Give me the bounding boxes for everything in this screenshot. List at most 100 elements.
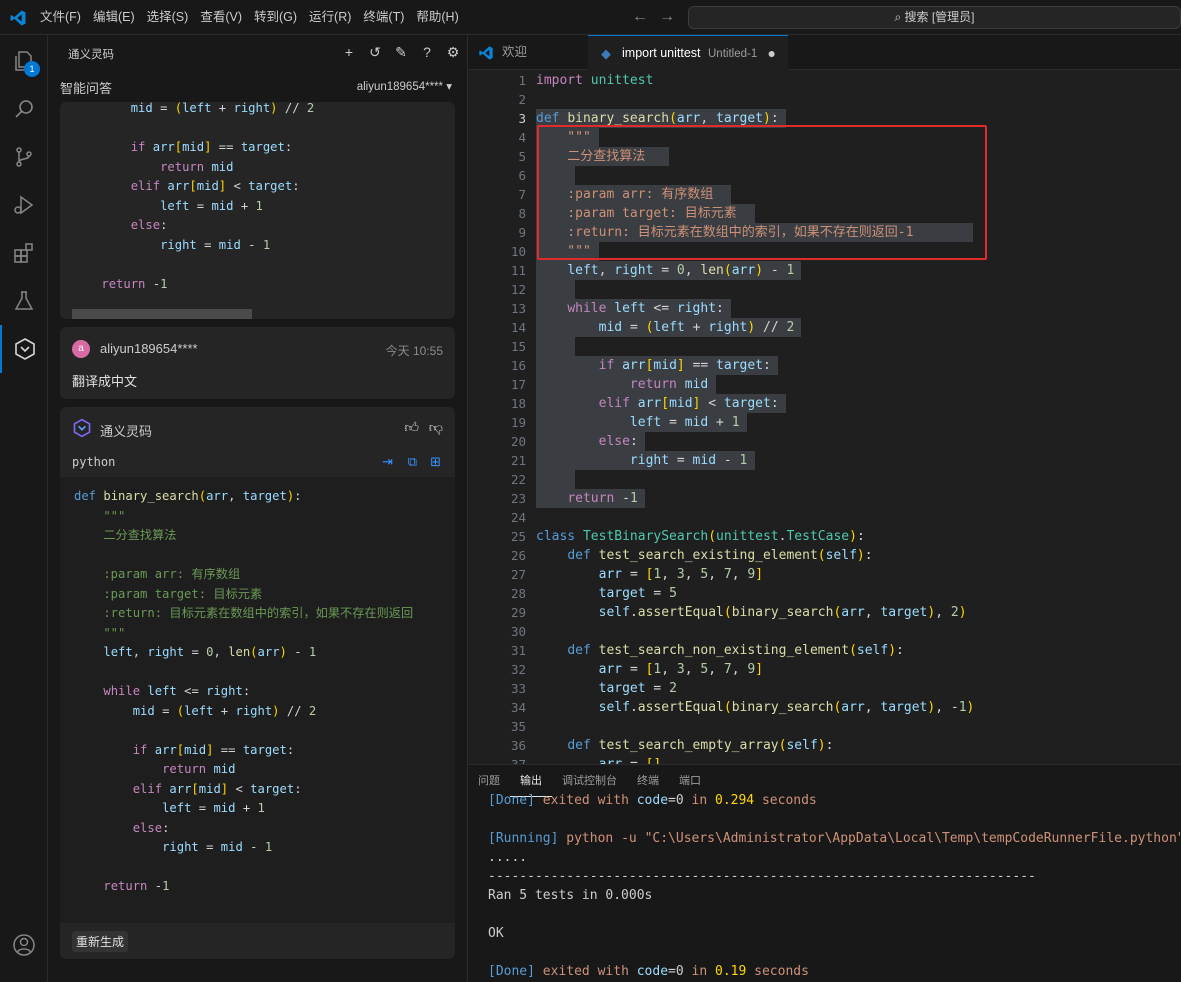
tongyi-logo-icon — [73, 418, 91, 438]
explorer-badge: 1 — [24, 61, 40, 77]
line-number: 28 — [510, 586, 526, 601]
tab-label: 欢迎 — [502, 45, 528, 59]
feedback-icon[interactable]: ✎ — [392, 43, 410, 61]
editor-tab-bar: 欢迎 ◆ import unittest Untitled-1 ● — [468, 35, 1181, 70]
source-control-icon[interactable] — [0, 133, 48, 181]
code-line: while left <= right: — [567, 301, 724, 316]
code-line: self.assertEqual(binary_search(arr, targ… — [598, 700, 975, 715]
code-line: self.assertEqual(binary_search(arr, targ… — [598, 605, 967, 620]
user-avatar: a — [72, 340, 90, 358]
output-line: [Done] exited with code=0 in 0.19 second… — [488, 964, 809, 979]
menu-item[interactable]: 查看(V) — [194, 0, 248, 35]
selection-highlight — [536, 280, 576, 299]
account-icon[interactable] — [0, 921, 48, 969]
menu-item[interactable]: 转到(G) — [248, 0, 303, 35]
line-number: 21 — [510, 453, 526, 468]
selection-highlight — [536, 470, 576, 489]
line-number: 25 — [510, 529, 526, 544]
menu-item[interactable]: 终端(T) — [357, 0, 410, 35]
code-line: arr = [1, 3, 5, 7, 9] — [598, 662, 764, 677]
menu-item[interactable]: 编辑(E) — [87, 0, 141, 35]
code-line: mid = (left + right) // 2 — [132, 703, 317, 718]
search-view-icon[interactable] — [0, 85, 48, 133]
settings-gear-icon[interactable]: ⚙ — [444, 43, 462, 61]
message-time: 今天 10:55 — [385, 344, 443, 358]
code-line: else: — [598, 434, 638, 449]
line-number: 27 — [510, 567, 526, 582]
back-arrow-icon[interactable]: ← — [632, 8, 648, 26]
code-line: class TestBinarySearch(unittest.TestCase… — [536, 529, 865, 544]
code-line: """ — [74, 625, 126, 640]
output-line: ----------------------------------------… — [488, 869, 1036, 884]
selection-highlight — [536, 337, 576, 356]
forward-arrow-icon[interactable]: → — [659, 8, 675, 26]
explorer-icon[interactable]: 1 — [0, 37, 48, 85]
menu-item[interactable]: 帮助(H) — [410, 0, 464, 35]
line-number: 13 — [510, 301, 526, 316]
menu-item[interactable]: 选择(S) — [141, 0, 195, 35]
annotation-highlight-box — [537, 125, 987, 260]
thumbs-down-icon[interactable]: 👎︎ — [429, 419, 443, 436]
ai-name: 通义灵码 — [100, 424, 153, 439]
menu-item[interactable]: 文件(F) — [34, 0, 87, 35]
code-line: else: — [130, 218, 168, 232]
output-line: ..... — [488, 850, 528, 865]
copy-icon[interactable]: ⧉ — [408, 454, 417, 470]
new-chat-icon[interactable]: + — [340, 43, 358, 61]
tab-untitled-1[interactable]: ◆ import unittest Untitled-1 ● — [588, 35, 788, 70]
vscode-logo-icon[interactable] — [9, 9, 27, 27]
code-line: mid = (left + right) // 2 — [598, 320, 795, 335]
panel-title: 通义灵码 — [68, 49, 114, 61]
testing-flask-icon[interactable] — [0, 277, 48, 325]
command-center-search[interactable]: ⌕ 搜索 [管理员] — [688, 6, 1181, 29]
code-line: if arr[mid] == target: — [598, 358, 771, 373]
line-number: 23 — [510, 491, 526, 506]
line-number: 20 — [510, 434, 526, 449]
code-line: def test_search_non_existing_element(sel… — [567, 643, 904, 658]
code-line: 二分查找算法 — [74, 528, 177, 542]
code-hscrollbar[interactable] — [72, 309, 252, 319]
search-icon: ⌕ — [894, 10, 905, 24]
line-number: 22 — [510, 472, 526, 487]
insert-code-icon[interactable]: ⇥ — [382, 454, 393, 470]
ai-reply-card: 通义灵码 👍︎ 👎︎ python ⇥ ⧉ ⊞ def binary_searc… — [60, 407, 455, 959]
tab-welcome[interactable]: 欢迎 — [468, 35, 588, 70]
account-dropdown[interactable]: aliyun189654**** ▾ — [357, 79, 452, 93]
chevron-down-icon: ▾ — [446, 81, 452, 93]
code-line: elif arr[mid] < target: — [598, 396, 779, 411]
user-name: aliyun189654**** — [100, 341, 198, 356]
unsaved-dot-icon[interactable]: ● — [768, 36, 776, 71]
line-number: 29 — [510, 605, 526, 620]
thumbs-up-icon[interactable]: 👍︎ — [404, 419, 419, 436]
line-number: 10 — [510, 244, 526, 259]
line-number: 26 — [510, 548, 526, 563]
line-number: 35 — [510, 719, 526, 734]
user-message-text: 翻译成中文 — [72, 374, 138, 389]
line-number: 5 — [518, 149, 526, 164]
line-number: 18 — [510, 396, 526, 411]
user-message-card: a aliyun189654**** 今天 10:55 翻译成中文 — [60, 327, 455, 399]
menu-item[interactable]: 运行(R) — [303, 0, 357, 35]
line-number: 12 — [510, 282, 526, 297]
history-icon[interactable]: ↺ — [366, 43, 384, 61]
line-number: 3 — [518, 111, 526, 126]
extensions-icon[interactable] — [0, 229, 48, 277]
run-debug-icon[interactable] — [0, 181, 48, 229]
line-number: 2 — [518, 92, 526, 107]
line-number: 17 — [510, 377, 526, 392]
tab-label: import unittest — [622, 46, 701, 60]
code-line: left, right = 0, len(arr) - 1 — [103, 645, 317, 659]
tongyi-lingma-icon[interactable] — [0, 325, 48, 373]
code-line: return -1 — [567, 491, 638, 506]
regen-row: 重新生成 — [60, 923, 455, 959]
code-line: right = mid - 1 — [162, 840, 273, 854]
help-icon[interactable]: ? — [418, 43, 436, 61]
new-file-icon[interactable]: ⊞ — [430, 454, 441, 470]
code-line: return mid — [160, 159, 234, 174]
tab-description: Untitled-1 — [708, 48, 758, 60]
code-line: target = 2 — [598, 681, 677, 696]
line-number: 36 — [510, 738, 526, 753]
regenerate-button[interactable]: 重新生成 — [72, 931, 129, 952]
line-number: 30 — [510, 624, 526, 639]
chat-mode-title: 智能问答 — [60, 81, 113, 96]
